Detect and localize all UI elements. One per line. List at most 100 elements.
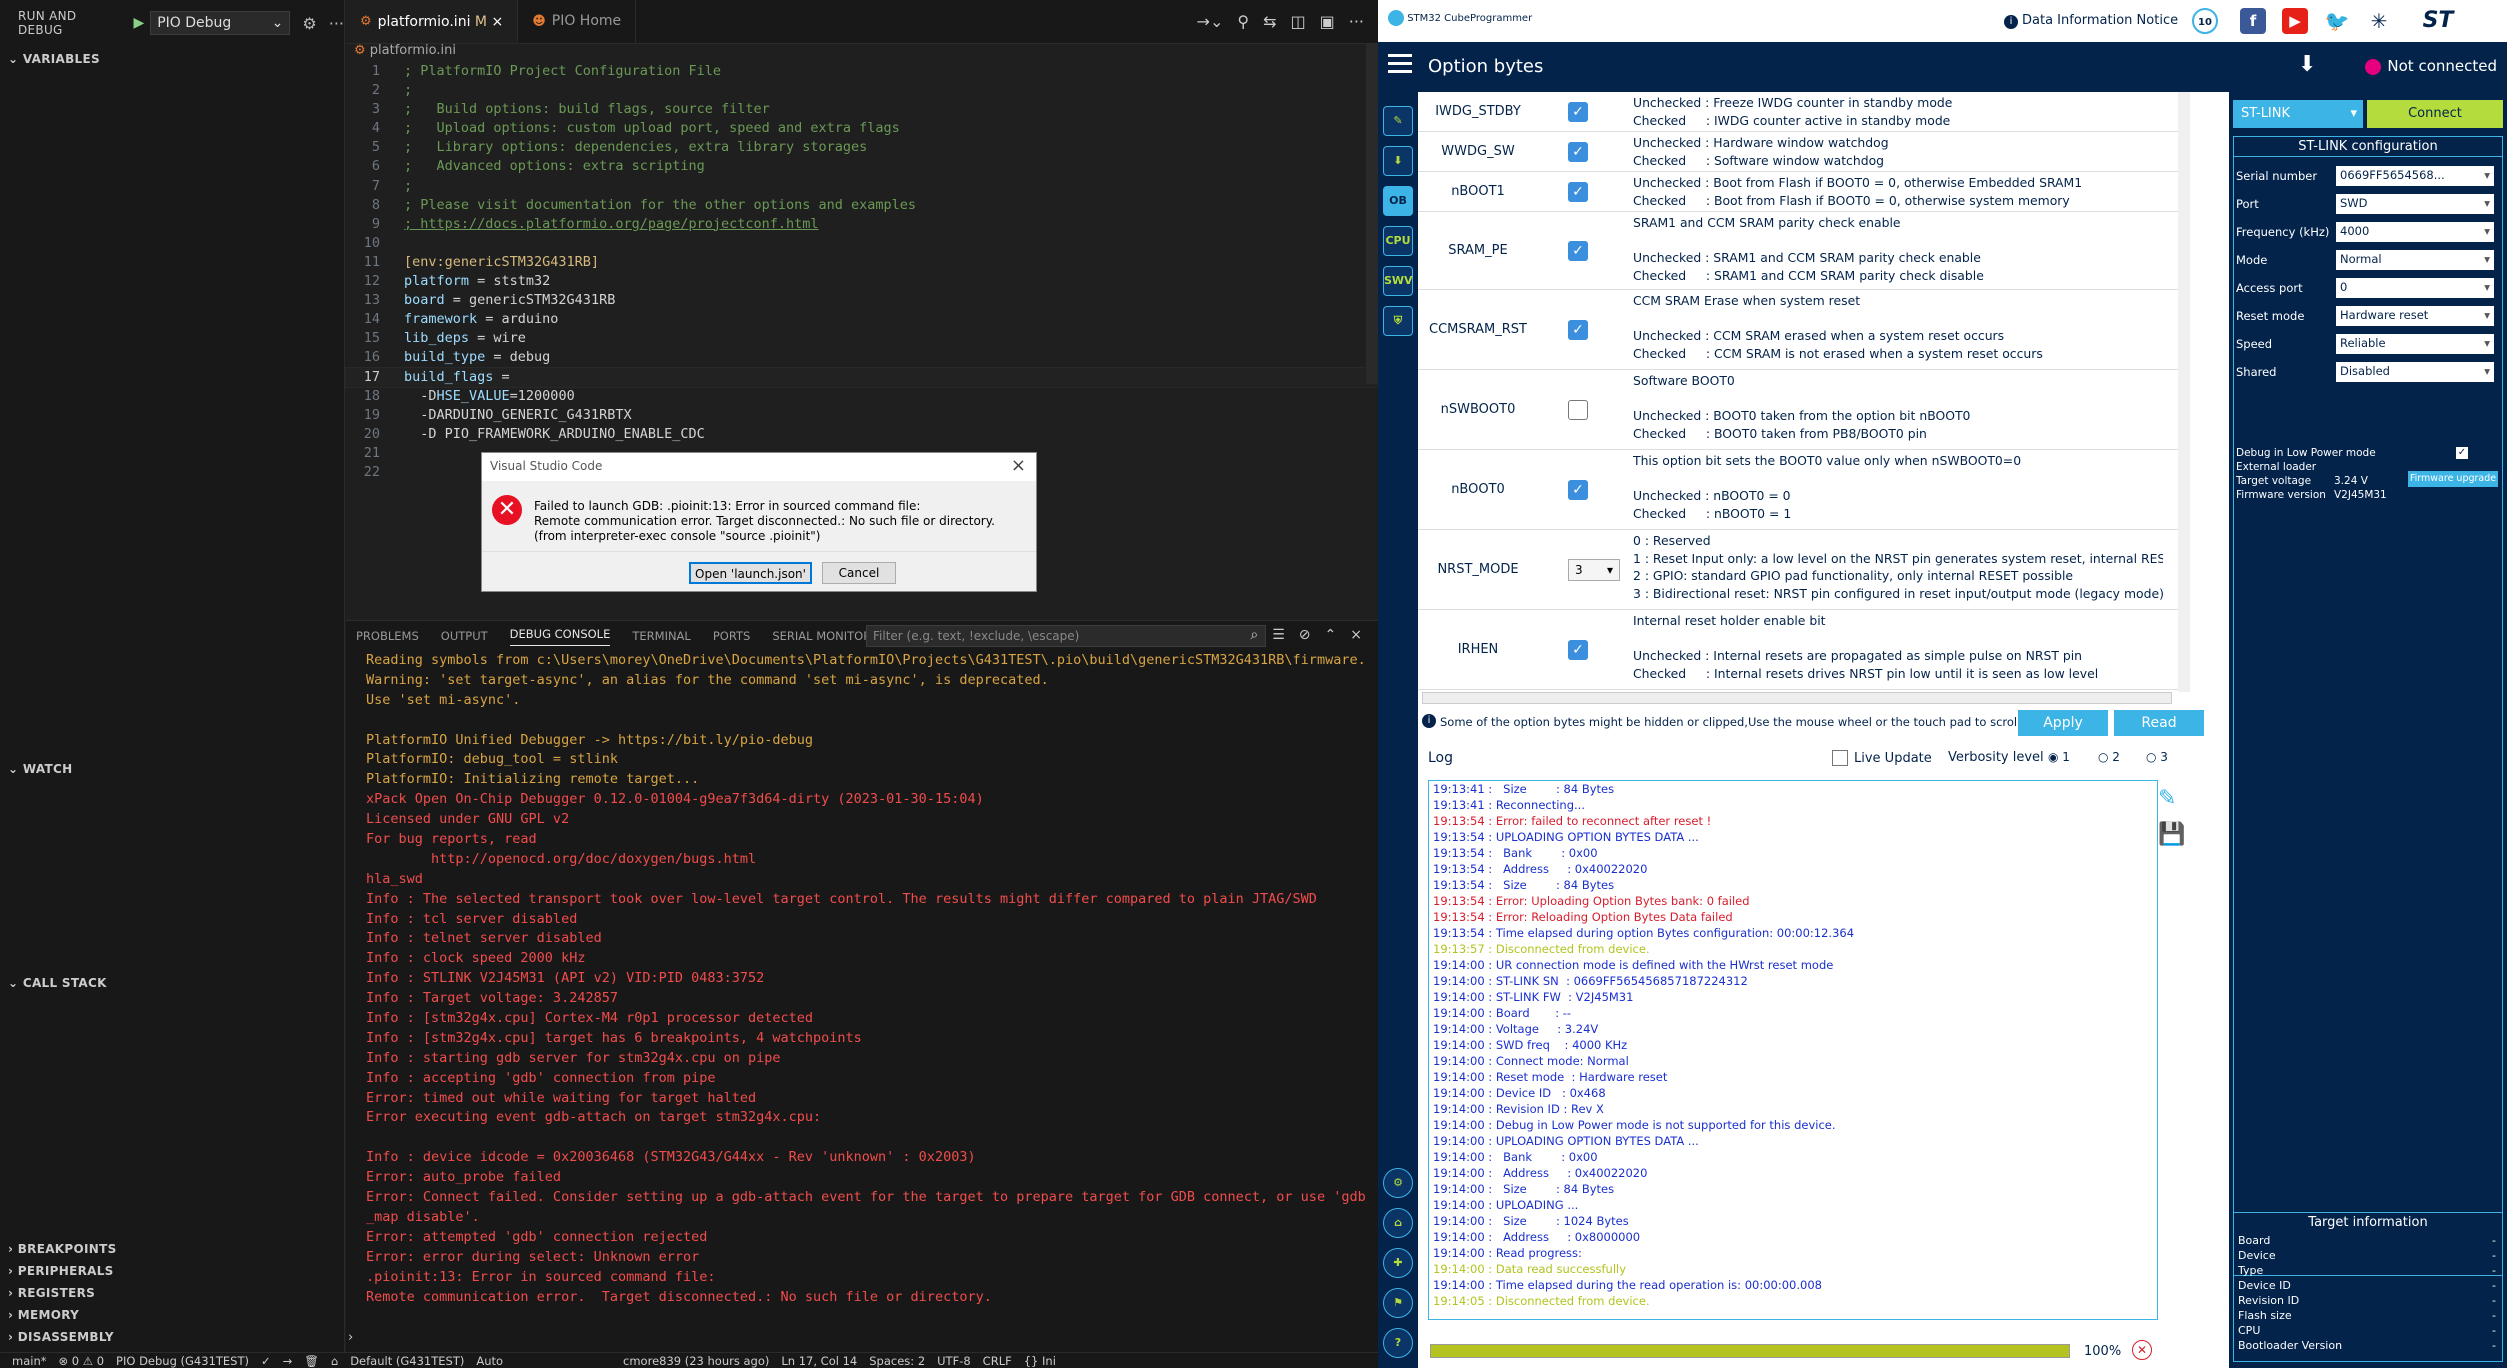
save-log-icon[interactable]: 💾 (2158, 822, 2185, 847)
status-item[interactable]: {} Ini (1024, 1354, 1056, 1368)
status-item[interactable]: main* (12, 1354, 46, 1368)
ob-checkbox[interactable]: ✓ (1568, 241, 1588, 261)
data-notice-link[interactable]: i Data Information Notice (2004, 13, 2178, 29)
section-variables[interactable]: ⌄ VARIABLES (0, 52, 345, 66)
nav-button[interactable]: ⬇ (1383, 146, 1413, 176)
list-icon[interactable]: ☰ (1272, 627, 1285, 643)
nav-button[interactable]: ✎ (1383, 106, 1413, 136)
panel-tab[interactable]: TERMINAL (632, 629, 690, 643)
status-item[interactable]: 🗑 (304, 1354, 319, 1368)
apply-button[interactable]: Apply (2018, 710, 2108, 736)
config-select[interactable]: Reliable (2336, 334, 2494, 354)
code-view[interactable]: 1 ; PlatformIO Project Configuration File… (345, 62, 1379, 482)
chevron-up-icon[interactable]: ⌃ (1325, 627, 1337, 643)
section-peripherals[interactable]: › PERIPHERALS (0, 1264, 345, 1278)
nav-bottom-icon[interactable]: ⚑ (1383, 1288, 1413, 1318)
section-watch[interactable]: ⌄ WATCH (0, 762, 345, 776)
ob-checkbox[interactable]: ✓ (1568, 320, 1588, 340)
twitter-icon[interactable]: 🐦 (2324, 8, 2350, 34)
status-item[interactable]: Ln 17, Col 14 (781, 1354, 857, 1368)
log-output[interactable]: 19:13:41 : Size : 84 Bytes 19:13:41 : Rec… (1428, 780, 2158, 1320)
status-item[interactable]: Spaces: 2 (869, 1354, 925, 1368)
nav-bottom-icon[interactable]: ⚙ (1383, 1168, 1413, 1198)
clear-icon[interactable]: ⊘ (1299, 627, 1311, 643)
status-item[interactable]: ⌂ (331, 1354, 338, 1368)
st-logo-icon[interactable]: ST (2408, 8, 2468, 34)
verbosity-2-radio[interactable]: ○ 2 (2098, 750, 2120, 764)
split-editor-icon[interactable]: ◫ (1290, 12, 1305, 31)
search-icon[interactable]: ⌕ (1250, 627, 1258, 643)
more-icon[interactable]: ··· (329, 14, 344, 33)
ob-hscrollbar[interactable] (1422, 692, 2172, 704)
network-icon[interactable]: ✳ (2366, 8, 2392, 34)
tab-platformio-ini[interactable]: ⚙ platformio.ini M × (346, 0, 519, 43)
facebook-icon[interactable]: f (2240, 8, 2266, 34)
status-item[interactable]: ✓ (261, 1354, 271, 1368)
download-icon[interactable]: ⬇ (2298, 52, 2316, 77)
ob-checkbox[interactable]: ✓ (1568, 142, 1588, 162)
interface-select[interactable]: ST-LINK ▾ (2233, 100, 2363, 128)
ob-scrollbar[interactable] (2178, 92, 2190, 692)
panel-tab[interactable]: PROBLEMS (356, 629, 419, 643)
section-callstack[interactable]: ⌄ CALL STACK (0, 976, 345, 990)
status-item[interactable]: ⊗ 0 ⚠ 0 (58, 1354, 104, 1368)
ob-checkbox[interactable]: ✓ (1568, 102, 1588, 122)
status-item[interactable]: → (283, 1354, 293, 1368)
tab-pio-home[interactable]: ☻ PIO Home (518, 0, 637, 43)
section-breakpoints[interactable]: › BREAKPOINTS (0, 1242, 345, 1256)
config-select[interactable]: 0669FF5654568... (2336, 166, 2494, 186)
panel-tab[interactable]: OUTPUT (441, 629, 488, 643)
cancel-button[interactable]: Cancel (822, 562, 896, 584)
status-item[interactable]: Default (G431TEST) (350, 1354, 464, 1368)
panel-tab[interactable]: PORTS (713, 629, 750, 643)
verbosity-3-radio[interactable]: ○ 3 (2146, 750, 2168, 764)
close-icon[interactable]: × (491, 14, 503, 30)
menu-icon[interactable] (1388, 54, 1412, 74)
nav-button[interactable]: OB (1383, 186, 1413, 216)
config-select[interactable]: 0 (2336, 278, 2494, 298)
section-disassembly[interactable]: › DISASSEMBLY (0, 1330, 345, 1344)
firmware-upgrade-button[interactable]: Firmware upgrade (2408, 471, 2498, 487)
status-item[interactable]: PIO Debug (G431TEST) (116, 1354, 249, 1368)
config-select[interactable]: Normal (2336, 250, 2494, 270)
breadcrumb[interactable]: ⚙ platformio.ini (346, 44, 1378, 62)
debug-lowpower-checkbox[interactable]: ✓ (2456, 447, 2468, 459)
config-select[interactable]: Hardware reset (2336, 306, 2494, 326)
gear-icon[interactable]: ⚙ (302, 14, 316, 33)
config-select[interactable]: 4000 (2336, 222, 2494, 242)
nav-button[interactable]: CPU (1383, 226, 1413, 256)
compare-icon[interactable]: ⇆ (1263, 12, 1276, 31)
open-launch-json-button[interactable]: Open 'launch.json' (689, 562, 812, 584)
start-debug-icon[interactable]: ▶ (133, 15, 144, 31)
more-icon[interactable]: ··· (1349, 12, 1364, 31)
panel-tab[interactable]: DEBUG CONSOLE (509, 627, 611, 646)
nav-bottom-icon[interactable]: ⌂ (1383, 1208, 1413, 1238)
status-item[interactable]: cmore839 (23 hours ago) (623, 1354, 769, 1368)
nav-button[interactable]: ⛨ (1383, 306, 1413, 336)
ob-checkbox[interactable] (1568, 400, 1588, 420)
run-arrow-icon[interactable]: →⌄ (1197, 12, 1224, 31)
console-filter-input[interactable]: Filter (e.g. text, !exclude, \escape) (866, 625, 1266, 647)
ob-select[interactable]: 3 ▾ (1568, 559, 1620, 581)
cancel-icon[interactable]: ✕ (2132, 1340, 2152, 1360)
status-item[interactable]: UTF-8 (937, 1354, 971, 1368)
editor-scrollbar[interactable] (1366, 44, 1378, 384)
ob-checkbox[interactable]: ✓ (1568, 480, 1588, 500)
console-prompt-icon[interactable]: › (348, 1330, 353, 1345)
youtube-icon[interactable]: ▶ (2282, 8, 2308, 34)
layout-icon[interactable]: ▣ (1320, 12, 1335, 31)
panel-tab[interactable]: SERIAL MONITOR (772, 629, 871, 643)
section-memory[interactable]: › MEMORY (0, 1308, 345, 1322)
ob-checkbox[interactable]: ✓ (1568, 640, 1588, 660)
anniversary-icon[interactable]: 10 (2192, 8, 2218, 34)
clear-log-icon[interactable]: ✎ (2158, 786, 2176, 811)
config-select[interactable]: SWD (2336, 194, 2494, 214)
pin-icon[interactable]: ⚲ (1237, 12, 1249, 31)
connect-button[interactable]: Connect (2367, 100, 2503, 128)
section-registers[interactable]: › REGISTERS (0, 1286, 345, 1300)
verbosity-1-radio[interactable]: ◉ 1 (2048, 750, 2070, 764)
close-icon[interactable]: × (1011, 455, 1026, 476)
nav-button[interactable]: SWV (1383, 266, 1413, 296)
debug-config-select[interactable]: PIO Debug ⌄ (150, 11, 291, 35)
nav-bottom-icon[interactable]: ? (1383, 1328, 1413, 1358)
